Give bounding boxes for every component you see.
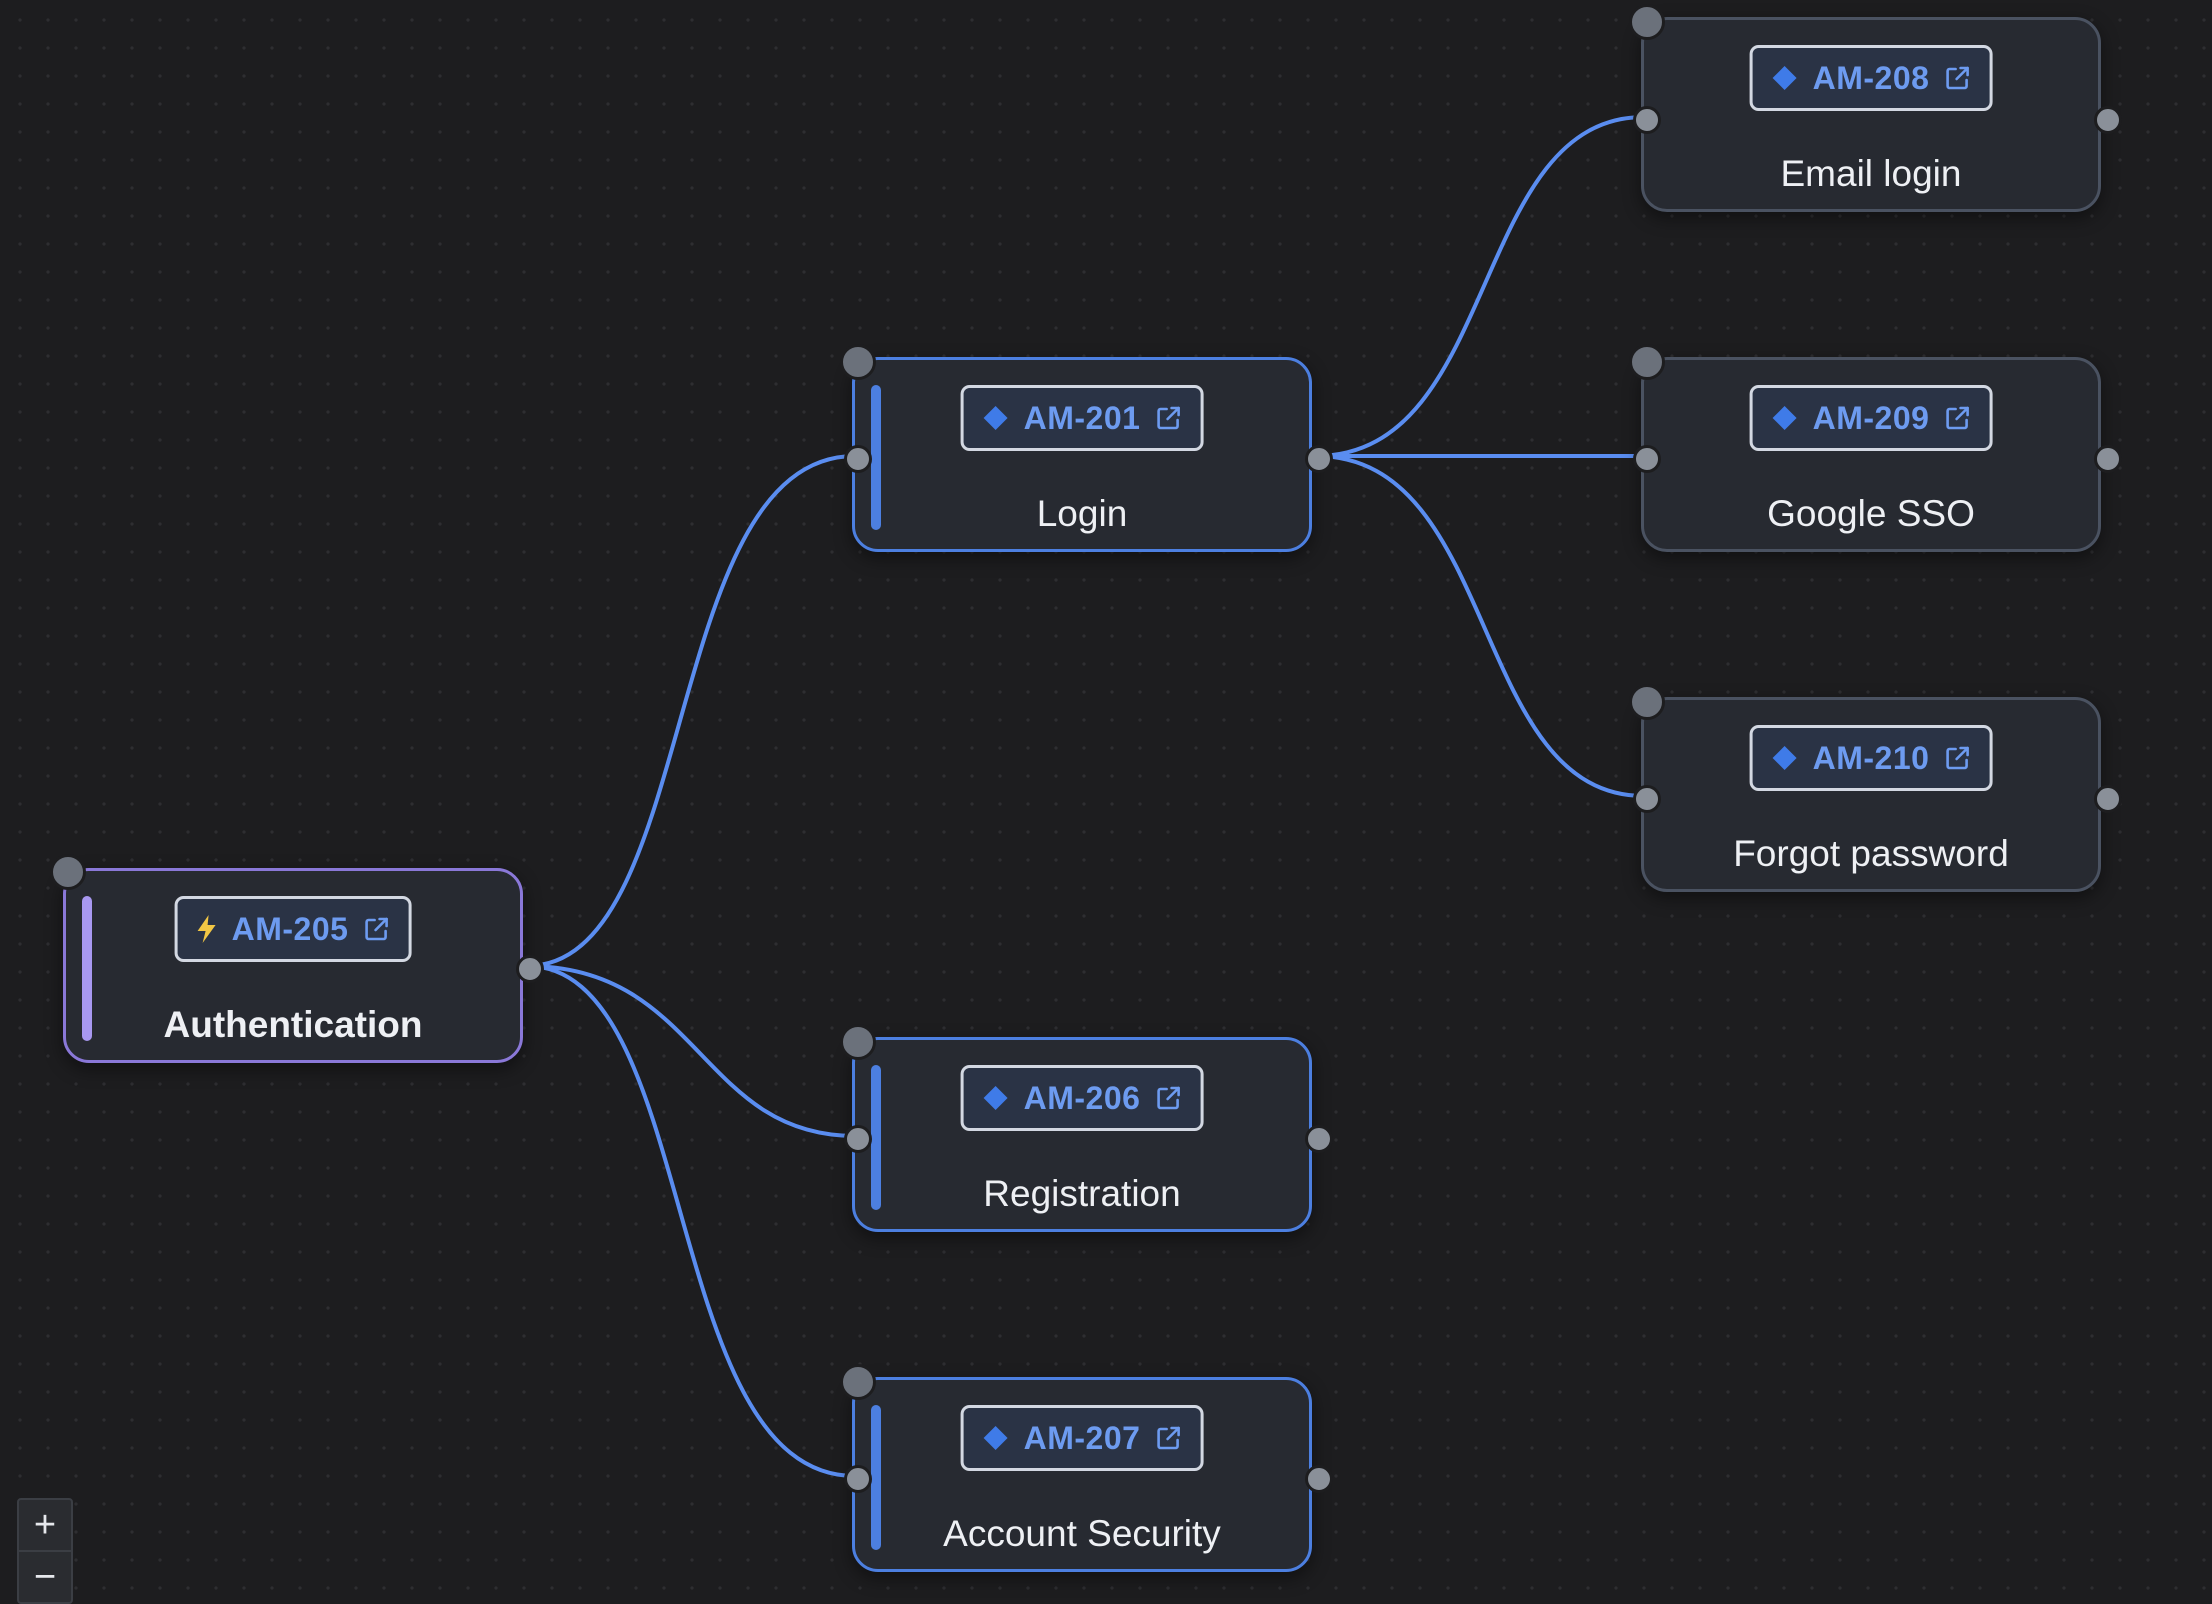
input-handle[interactable] [1633,106,1661,134]
node-title: Google SSO [1767,493,1975,534]
node-am-205[interactable]: AM-205 Authentication [63,868,523,1063]
issue-key-badge[interactable]: AM-210 [1749,725,1993,791]
zoom-out-button[interactable]: − [19,1550,71,1602]
external-link-icon[interactable] [1943,64,1971,92]
diamond-icon [1771,744,1799,772]
diamond-icon [1771,404,1799,432]
input-handle[interactable] [1633,445,1661,473]
edge-am201-am208 [1314,115,1646,458]
output-handle[interactable] [1305,1125,1333,1153]
issue-key-badge[interactable]: AM-205 [174,896,412,962]
issue-key: AM-206 [1023,1079,1141,1116]
node-am-210[interactable]: AM-210 Forgot password [1641,697,2101,892]
edge-am205-am206 [525,964,857,1138]
external-link-icon[interactable] [1943,744,1971,772]
output-handle[interactable] [516,955,544,983]
diamond-icon [982,1424,1010,1452]
node-corner-handle[interactable] [1629,344,1665,380]
diamond-icon [982,404,1010,432]
edge-am205-am207 [525,964,857,1478]
bolt-icon [196,914,218,944]
edge-am205-am201 [525,454,857,968]
diamond-icon [1771,64,1799,92]
input-handle[interactable] [844,1125,872,1153]
node-title: Account Security [943,1513,1221,1554]
node-title: Registration [983,1173,1181,1214]
node-corner-handle[interactable] [1629,684,1665,720]
node-title: Email login [1780,153,1962,194]
node-am-207[interactable]: AM-207 Account Security [852,1377,1312,1572]
node-corner-handle[interactable] [50,854,86,890]
output-handle[interactable] [2094,445,2122,473]
input-handle[interactable] [844,1465,872,1493]
issue-key-badge[interactable]: AM-206 [960,1065,1204,1131]
external-link-icon[interactable] [362,915,390,943]
node-title: Forgot password [1733,833,2009,874]
node-corner-handle[interactable] [840,1024,876,1060]
flow-canvas[interactable]: AM-205 Authentication AM-201 Login AM-20… [0,0,2212,1604]
issue-key-badge[interactable]: AM-209 [1749,385,1993,451]
node-corner-handle[interactable] [1629,4,1665,40]
external-link-icon[interactable] [1154,404,1182,432]
issue-key: AM-209 [1812,399,1930,436]
external-link-icon[interactable] [1154,1084,1182,1112]
node-corner-handle[interactable] [840,344,876,380]
output-handle[interactable] [1305,445,1333,473]
issue-key: AM-210 [1812,739,1930,776]
issue-key: AM-208 [1812,59,1930,96]
node-am-201[interactable]: AM-201 Login [852,357,1312,552]
edge-am201-am210 [1314,454,1646,798]
diamond-icon [982,1084,1010,1112]
input-handle[interactable] [1633,785,1661,813]
node-am-206[interactable]: AM-206 Registration [852,1037,1312,1232]
output-handle[interactable] [2094,106,2122,134]
issue-key: AM-205 [231,910,349,947]
node-am-208[interactable]: AM-208 Email login [1641,17,2101,212]
issue-key: AM-207 [1023,1419,1141,1456]
output-handle[interactable] [2094,785,2122,813]
issue-key: AM-201 [1023,399,1141,436]
node-am-209[interactable]: AM-209 Google SSO [1641,357,2101,552]
external-link-icon[interactable] [1154,1424,1182,1452]
issue-key-badge[interactable]: AM-208 [1749,45,1993,111]
output-handle[interactable] [1305,1465,1333,1493]
issue-key-badge[interactable]: AM-207 [960,1405,1204,1471]
node-corner-handle[interactable] [840,1364,876,1400]
node-title: Authentication [163,1004,423,1045]
issue-key-badge[interactable]: AM-201 [960,385,1204,451]
node-title: Login [1036,493,1128,534]
external-link-icon[interactable] [1943,404,1971,432]
zoom-in-button[interactable]: + [19,1500,71,1550]
input-handle[interactable] [844,445,872,473]
zoom-controls: + − [17,1498,73,1604]
